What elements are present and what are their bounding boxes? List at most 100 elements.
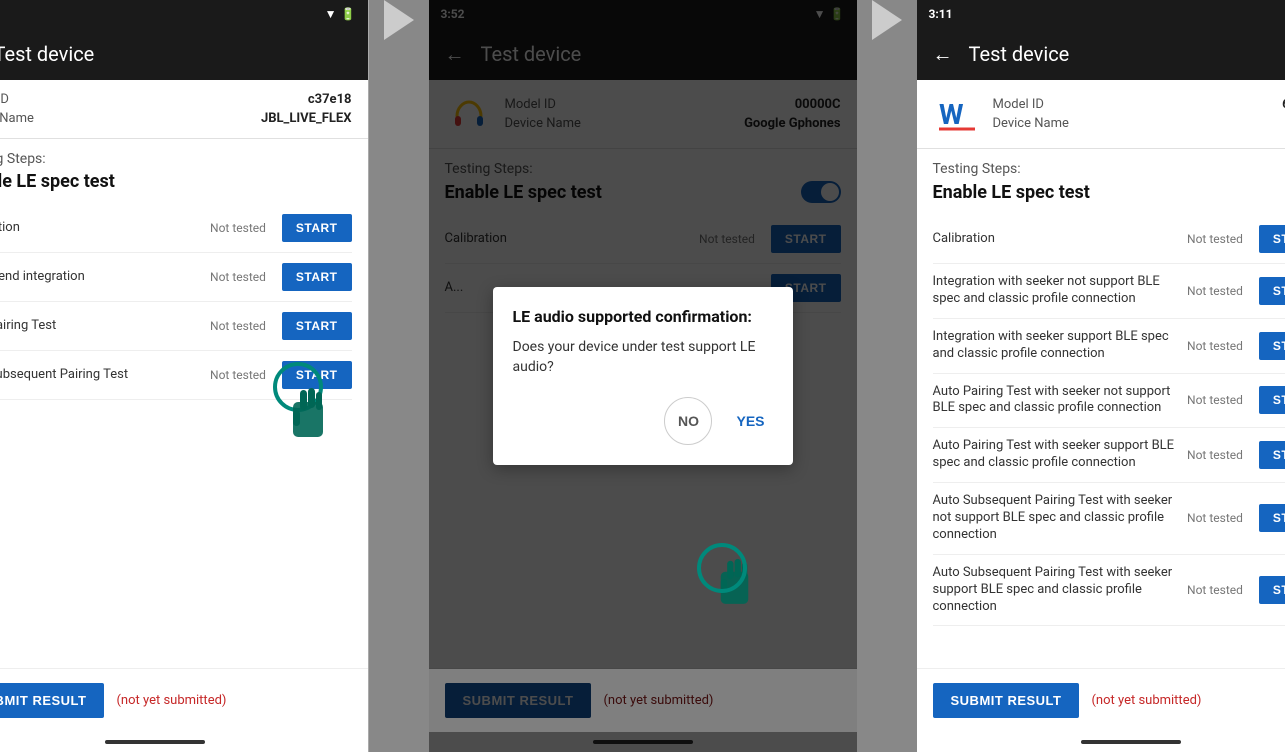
testing-steps-label-3: Testing Steps: xyxy=(933,161,1285,177)
test-row-3-0: Calibration Not tested START xyxy=(933,215,1285,264)
device-name-row-3: Device Name Allegro xyxy=(993,114,1285,133)
device-name-value-1: JBL_LIVE_FLEX xyxy=(261,111,352,126)
model-id-label-1: Model ID xyxy=(0,92,9,107)
status-time-3: 3:11 xyxy=(929,7,953,21)
modal-title-2: LE audio supported confirmation: xyxy=(513,307,773,326)
cursor-hand-1 xyxy=(278,382,338,452)
test-name-3-4: Auto Pairing Test with seeker support BL… xyxy=(933,438,1175,472)
start-button-3-3[interactable]: START xyxy=(1259,386,1285,414)
test-status-3-6: Not tested xyxy=(1183,583,1243,597)
testing-steps-label-1: Testing Steps: xyxy=(0,151,352,167)
content-3: Testing Steps: Enable LE spec test Calib… xyxy=(917,149,1285,668)
arrow-2 xyxy=(857,0,917,40)
test-status-3-4: Not tested xyxy=(1183,448,1243,462)
device-name-label-3: Device Name xyxy=(993,116,1069,131)
submit-button-1[interactable]: SUBMIT RESULT xyxy=(0,683,104,718)
start-button-3-6[interactable]: START xyxy=(1259,576,1285,604)
test-name-3-1: Integration with seeker not support BLE … xyxy=(933,274,1175,308)
home-indicator-3 xyxy=(917,732,1285,752)
test-name-1-2: Auto Pairing Test xyxy=(0,318,198,335)
start-button-3-0[interactable]: START xyxy=(1259,225,1285,253)
tap-circle-2 xyxy=(697,543,747,593)
test-row-3-1: Integration with seeker not support BLE … xyxy=(933,264,1285,319)
test-name-1-0: Calibration xyxy=(0,220,198,237)
start-button-3-5[interactable]: START xyxy=(1259,504,1285,532)
start-button-1-0[interactable]: START xyxy=(282,214,352,242)
test-status-1-0: Not tested xyxy=(206,221,266,235)
phone-2: 3:52 ▼ 🔋 ← Test device Model ID 00000C D… xyxy=(429,0,857,752)
modal-yes-button-2[interactable]: YES xyxy=(728,397,772,445)
test-name-3-5: Auto Subsequent Pairing Test with seeker… xyxy=(933,493,1175,544)
test-row-3-4: Auto Pairing Test with seeker support BL… xyxy=(933,428,1285,483)
test-row-1-2: Auto Pairing Test Not tested START xyxy=(0,302,352,351)
back-button-3[interactable]: ← xyxy=(933,42,953,67)
phone-3: 3:11 ▼ 🔋 ← Test device W Model ID 6EDAF7… xyxy=(917,0,1285,752)
modal-box-2: LE audio supported confirmation: Does yo… xyxy=(493,287,793,465)
modal-overlay-2: LE audio supported confirmation: Does yo… xyxy=(429,0,857,752)
start-button-3-4[interactable]: START xyxy=(1259,441,1285,469)
test-row-1-1: End-to-end integration Not tested START xyxy=(0,253,352,302)
start-button-3-2[interactable]: START xyxy=(1259,332,1285,360)
device-card-1: Model ID c37e18 Device Name JBL_LIVE_FLE… xyxy=(0,80,368,139)
model-id-label-3: Model ID xyxy=(993,97,1044,112)
test-name-3-0: Calibration xyxy=(933,231,1175,248)
test-status-3-3: Not tested xyxy=(1183,393,1243,407)
enable-le-row-3: Enable LE spec test xyxy=(933,181,1285,203)
device-info-3: Model ID 6EDAF7 Device Name Allegro xyxy=(993,95,1285,133)
enable-le-title-3: Enable LE spec test xyxy=(933,182,1090,203)
device-name-row-1: Device Name JBL_LIVE_FLEX xyxy=(0,109,352,128)
submit-area-1: SUBMIT RESULT (not yet submitted) xyxy=(0,668,368,732)
svg-text:W: W xyxy=(939,98,964,131)
toolbar-1: ← Test device xyxy=(0,28,368,80)
start-button-1-1[interactable]: START xyxy=(282,263,352,291)
test-name-3-6: Auto Subsequent Pairing Test with seeker… xyxy=(933,565,1175,616)
device-info-1: Model ID c37e18 Device Name JBL_LIVE_FLE… xyxy=(0,90,352,128)
not-submitted-3: (not yet submitted) xyxy=(1091,693,1201,708)
test-status-3-5: Not tested xyxy=(1183,511,1243,525)
test-row-3-2: Integration with seeker support BLE spec… xyxy=(933,319,1285,374)
test-status-3-1: Not tested xyxy=(1183,284,1243,298)
device-card-3: W Model ID 6EDAF7 Device Name Allegro xyxy=(917,80,1285,149)
model-id-row-3: Model ID 6EDAF7 xyxy=(993,95,1285,114)
test-status-1-3: Not tested xyxy=(206,368,266,382)
arrow-shape-1 xyxy=(384,0,414,40)
arrow-1 xyxy=(369,0,429,40)
home-indicator-1 xyxy=(0,732,368,752)
modal-no-button-2[interactable]: NO xyxy=(664,397,712,445)
home-bar-1 xyxy=(105,740,205,744)
battery-icon-1: 🔋 xyxy=(341,7,356,21)
home-bar-3 xyxy=(1081,740,1181,744)
arrow-shape-2 xyxy=(872,0,902,40)
test-name-3-3: Auto Pairing Test with seeker not suppor… xyxy=(933,384,1175,418)
start-button-3-1[interactable]: START xyxy=(1259,277,1285,305)
modal-body-2: Does your device under test support LE a… xyxy=(513,338,773,377)
model-id-value-1: c37e18 xyxy=(308,92,352,107)
test-status-3-0: Not tested xyxy=(1183,232,1243,246)
test-row-3-5: Auto Subsequent Pairing Test with seeker… xyxy=(933,483,1285,555)
test-status-1-1: Not tested xyxy=(206,270,266,284)
phone-1: 1:55 ▼ 🔋 ← Test device Model ID c37e18 D… xyxy=(0,0,369,752)
modal-buttons-2: NO YES xyxy=(513,397,773,445)
test-row-3-6: Auto Subsequent Pairing Test with seeker… xyxy=(933,555,1285,627)
wifi-icon-1: ▼ xyxy=(325,7,337,21)
submit-button-3[interactable]: SUBMIT RESULT xyxy=(933,683,1080,718)
start-button-1-2[interactable]: START xyxy=(282,312,352,340)
device-icon-3: W xyxy=(933,90,981,138)
test-status-3-2: Not tested xyxy=(1183,339,1243,353)
status-bar-3: 3:11 ▼ 🔋 xyxy=(917,0,1285,28)
device-name-label-1: Device Name xyxy=(0,111,34,126)
test-row-1-0: Calibration Not tested START xyxy=(0,204,352,253)
toolbar-title-3: Test device xyxy=(969,42,1070,66)
toolbar-3: ← Test device xyxy=(917,28,1285,80)
toolbar-title-1: Test device xyxy=(0,42,94,66)
not-submitted-1: (not yet submitted) xyxy=(116,693,226,708)
enable-le-row-1: Enable LE spec test xyxy=(0,171,352,192)
enable-le-title-1: Enable LE spec test xyxy=(0,171,115,192)
test-name-1-1: End-to-end integration xyxy=(0,269,198,286)
test-status-1-2: Not tested xyxy=(206,319,266,333)
status-icons-1: ▼ 🔋 xyxy=(325,7,356,21)
cursor-container-2 xyxy=(707,553,762,622)
test-row-3-3: Auto Pairing Test with seeker not suppor… xyxy=(933,374,1285,429)
submit-area-3: SUBMIT RESULT (not yet submitted) xyxy=(917,668,1285,732)
test-name-1-3: Auto Subsequent Pairing Test xyxy=(0,367,198,384)
